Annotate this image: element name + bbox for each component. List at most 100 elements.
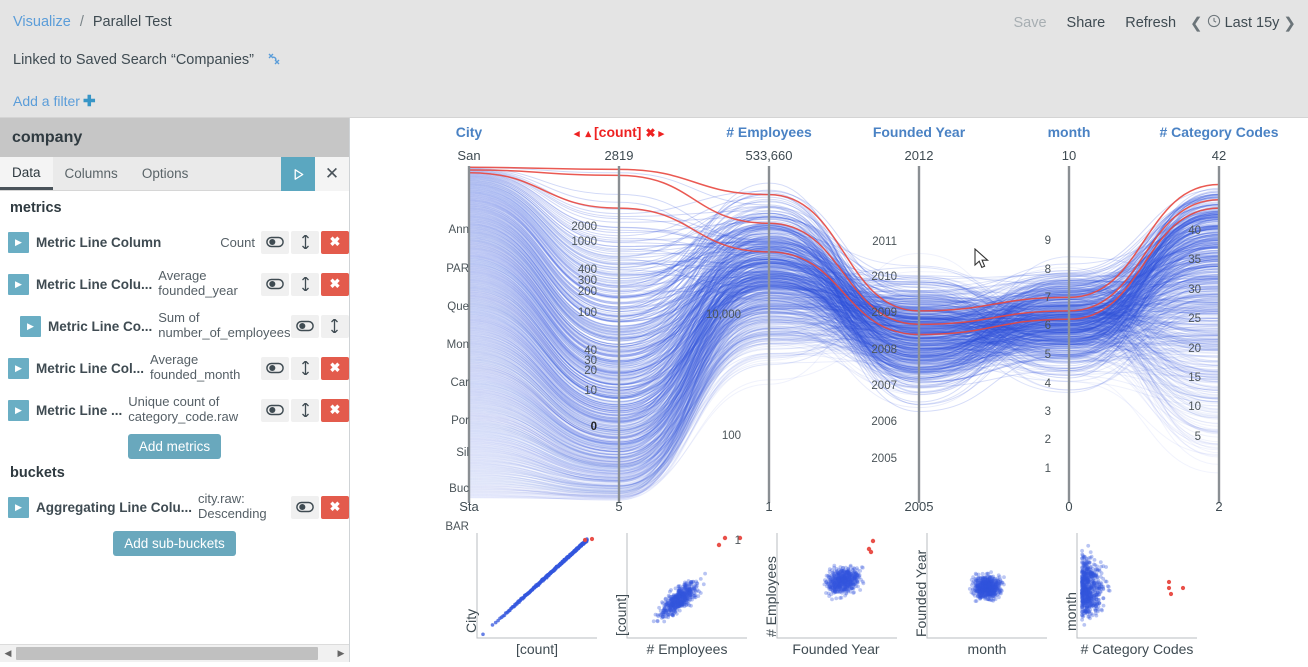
- remove-icon[interactable]: ✖: [321, 272, 349, 296]
- scatter-point: [848, 572, 853, 576]
- tab-columns[interactable]: Columns: [53, 157, 130, 190]
- scatter-point: [1101, 596, 1106, 601]
- scatter-point: [851, 586, 856, 591]
- scroll-right-arrow-icon[interactable]: ▶: [333, 648, 349, 659]
- breadcrumb: Visualize / Parallel Test: [13, 14, 172, 30]
- sort-icon[interactable]: [320, 314, 349, 338]
- axis-header-category-codes[interactable]: # Category Codes: [1159, 124, 1279, 140]
- toggle-icon[interactable]: [261, 356, 289, 380]
- expand-caret-icon[interactable]: ▶: [8, 273, 29, 295]
- expand-caret-icon[interactable]: ▶: [8, 357, 29, 379]
- scatter-point: [1088, 608, 1093, 612]
- remove-icon[interactable]: ✖: [321, 230, 349, 254]
- scatter-point: [1002, 582, 1006, 587]
- parallel-coordinates-svg[interactable]: placeholder: [351, 118, 1308, 662]
- scatter-point: [697, 589, 701, 594]
- buckets-section-label: buckets: [10, 465, 65, 481]
- axis-top-value-category-codes: 42: [1211, 148, 1227, 163]
- save-button[interactable]: Save: [1003, 15, 1056, 31]
- remove-icon[interactable]: ✖: [321, 398, 349, 422]
- scroll-left-arrow-icon[interactable]: ◀: [0, 648, 16, 659]
- axis-tick-label: 3: [1044, 406, 1051, 418]
- axis-tick-label: 2006: [871, 416, 897, 428]
- axis-remove-icon[interactable]: ✖: [645, 126, 655, 140]
- scatter-point: [848, 564, 853, 569]
- sidebar-horizontal-scrollbar[interactable]: ◀ ▶: [0, 644, 349, 662]
- scatter-point: [589, 536, 595, 542]
- metric-row[interactable]: ▶ Metric Line Colu... Average founded_ye…: [0, 263, 349, 305]
- scatter-point: [1093, 607, 1097, 611]
- toggle-icon[interactable]: [261, 272, 289, 296]
- toggle-icon[interactable]: [261, 398, 289, 422]
- scatter-point: [671, 613, 675, 618]
- scatter-point: [846, 583, 850, 588]
- metric-controls: ✖: [261, 272, 349, 296]
- toggle-icon[interactable]: [291, 495, 319, 519]
- tab-data[interactable]: Data: [0, 157, 53, 190]
- axis-tick-label: 100: [577, 307, 597, 319]
- sort-icon[interactable]: [291, 230, 319, 254]
- axis-header-month[interactable]: month: [1019, 124, 1119, 140]
- scatter-point: [661, 608, 666, 613]
- axis-header-count[interactable]: ◂ ▴ [count] ✖ ▸: [549, 124, 689, 140]
- scrollbar-thumb[interactable]: [16, 647, 318, 660]
- expand-caret-icon[interactable]: ▶: [20, 315, 41, 337]
- breadcrumb-visualize-link[interactable]: Visualize: [13, 14, 71, 30]
- broken-link-icon[interactable]: [266, 51, 282, 71]
- chevron-left-icon[interactable]: ❮: [1186, 14, 1207, 32]
- metric-row[interactable]: ▶ Metric Line Column Count ✖: [0, 221, 349, 263]
- sidebar-tab-actions: ✕: [281, 157, 349, 191]
- metric-name: Metric Line Col...: [36, 360, 145, 376]
- sort-icon[interactable]: [291, 272, 319, 296]
- add-sub-buckets-button[interactable]: Add sub-buckets: [113, 531, 236, 556]
- axis-header-city[interactable]: City: [419, 124, 519, 140]
- sort-icon[interactable]: [291, 356, 319, 380]
- axis-move-left-arrow-icon[interactable]: ◂: [574, 128, 580, 140]
- sidebar-title: company: [0, 118, 349, 157]
- scatter-point: [973, 599, 978, 603]
- axis-tick-label: 2009: [871, 307, 897, 319]
- axis-sort-up-arrow-icon[interactable]: ▴: [585, 128, 591, 140]
- scatter-point: [1098, 560, 1103, 564]
- bucket-row[interactable]: ▶ Aggregating Line Colu... city.raw: Des…: [0, 486, 349, 528]
- axis-tick-label: 2: [1044, 434, 1051, 446]
- axis-tick-label: BAR: [445, 521, 469, 533]
- axis-move-right-arrow-icon[interactable]: ▸: [659, 128, 665, 140]
- metric-row[interactable]: ▶ Metric Line ... Unique count of catego…: [0, 389, 349, 431]
- axis-header-founded-year[interactable]: Founded Year: [869, 124, 969, 140]
- toggle-icon[interactable]: [290, 314, 319, 338]
- share-button[interactable]: Share: [1057, 15, 1116, 31]
- close-editor-button[interactable]: ✕: [315, 157, 349, 191]
- scrollbar-track[interactable]: [16, 647, 333, 660]
- scatter-point: [1083, 589, 1088, 593]
- refresh-button[interactable]: Refresh: [1115, 15, 1186, 31]
- sort-icon[interactable]: [291, 398, 319, 422]
- scatter-point: [1099, 564, 1103, 569]
- toggle-icon[interactable]: [261, 230, 289, 254]
- editor-sidebar: company Data Columns Options ✕ metrics ▶…: [0, 118, 379, 662]
- tab-options[interactable]: Options: [130, 157, 201, 190]
- expand-caret-icon[interactable]: ▶: [8, 231, 29, 253]
- axis-tick-label: 6: [1044, 320, 1051, 332]
- add-metrics-button[interactable]: Add metrics: [127, 434, 222, 459]
- scatter-point: [1095, 564, 1099, 569]
- time-range-picker[interactable]: Last 15y: [1207, 14, 1279, 32]
- scatter-point: [838, 596, 842, 600]
- clock-icon: [1207, 14, 1221, 32]
- breadcrumb-separator: /: [79, 14, 84, 30]
- expand-caret-icon[interactable]: ▶: [8, 399, 29, 421]
- axis-header-employees[interactable]: # Employees: [719, 124, 819, 140]
- scatter-point: [853, 571, 858, 576]
- add-filter-button[interactable]: Add a filter ✚: [13, 92, 96, 110]
- remove-icon[interactable]: ✖: [321, 495, 349, 519]
- metric-row[interactable]: ▶ Metric Line Co... Sum of number_of_emp…: [12, 305, 379, 347]
- expand-caret-icon[interactable]: ▶: [8, 496, 29, 518]
- scatter-point: [830, 597, 834, 602]
- apply-changes-button[interactable]: [281, 157, 315, 191]
- scatter-point: [868, 549, 874, 555]
- scatter-point: [1094, 613, 1099, 618]
- metric-row[interactable]: ▶ Metric Line Col... Average founded_mon…: [0, 347, 349, 389]
- chevron-right-icon[interactable]: ❯: [1279, 14, 1300, 32]
- remove-icon[interactable]: ✖: [321, 356, 349, 380]
- metric-description: Sum of number_of_employees: [158, 310, 291, 340]
